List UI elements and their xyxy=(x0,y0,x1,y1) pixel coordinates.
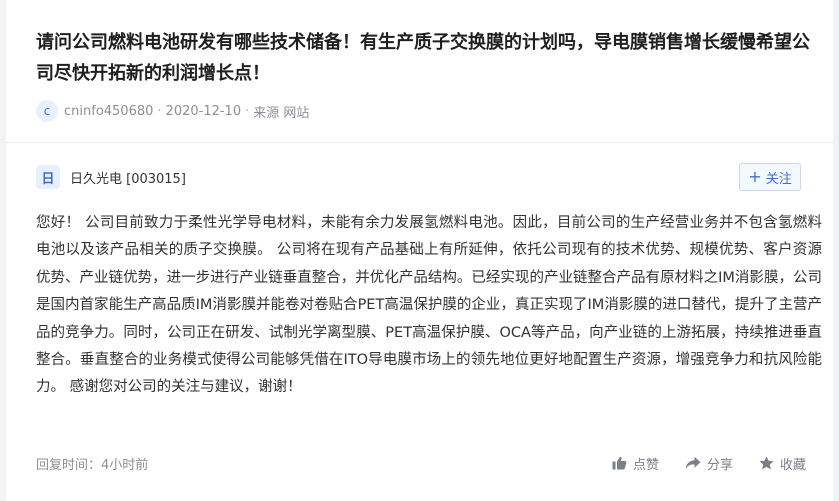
thumbs-up-icon xyxy=(612,456,627,470)
reply-time: 回复时间：4小时前 xyxy=(36,457,149,473)
favorite-label: 收藏 xyxy=(779,457,806,473)
question-date: 2020-12-10 xyxy=(165,103,242,119)
answer-header: 日 日久光电 [003015] xyxy=(36,165,186,189)
answer-text: 您好！ 公司目前致力于柔性光学导电材料，未能有余力发展氢燃料电池。因此，目前公司… xyxy=(36,215,822,396)
company-name[interactable]: 日久光电 [003015] xyxy=(70,168,186,187)
like-button[interactable]: 点赞 xyxy=(612,454,659,473)
answer-footer: 回复时间：4小时前 点赞 分享 收藏 xyxy=(36,451,806,475)
follow-label: 关注 xyxy=(765,171,792,187)
company-badge[interactable]: 日 xyxy=(36,165,60,189)
qa-card: 请问公司燃料电池研发有哪些技术储备！有生产质子交换膜的计划吗，导电膜销售增长缓慢… xyxy=(6,0,833,501)
meta-separator: · xyxy=(245,103,250,119)
question-title: 请问公司燃料电池研发有哪些技术储备！有生产质子交换膜的计划吗，导电膜销售增长缓慢… xyxy=(36,32,810,84)
question-source: 来源 网站 xyxy=(253,105,310,121)
follow-button[interactable]: + 关注 xyxy=(739,163,801,191)
question-meta: c cninfo450680 · 2020-12-10 · 来源 网站 xyxy=(36,99,309,123)
question-username[interactable]: cninfo450680 xyxy=(64,104,153,119)
share-arrow-icon xyxy=(685,456,701,470)
share-button[interactable]: 分享 xyxy=(685,454,733,473)
plus-icon: + xyxy=(748,167,762,186)
user-avatar[interactable]: c xyxy=(36,100,58,122)
star-icon xyxy=(759,456,774,470)
answer-section: 日 日久光电 [003015] + 关注 您好！ 公司目前致力于柔性光学导电材料… xyxy=(6,143,833,501)
meta-separator: · xyxy=(157,103,162,119)
favorite-button[interactable]: 收藏 xyxy=(759,454,806,473)
like-label: 点赞 xyxy=(632,457,659,473)
question-section: 请问公司燃料电池研发有哪些技术储备！有生产质子交换膜的计划吗，导电膜销售增长缓慢… xyxy=(6,0,833,143)
share-label: 分享 xyxy=(706,457,733,473)
